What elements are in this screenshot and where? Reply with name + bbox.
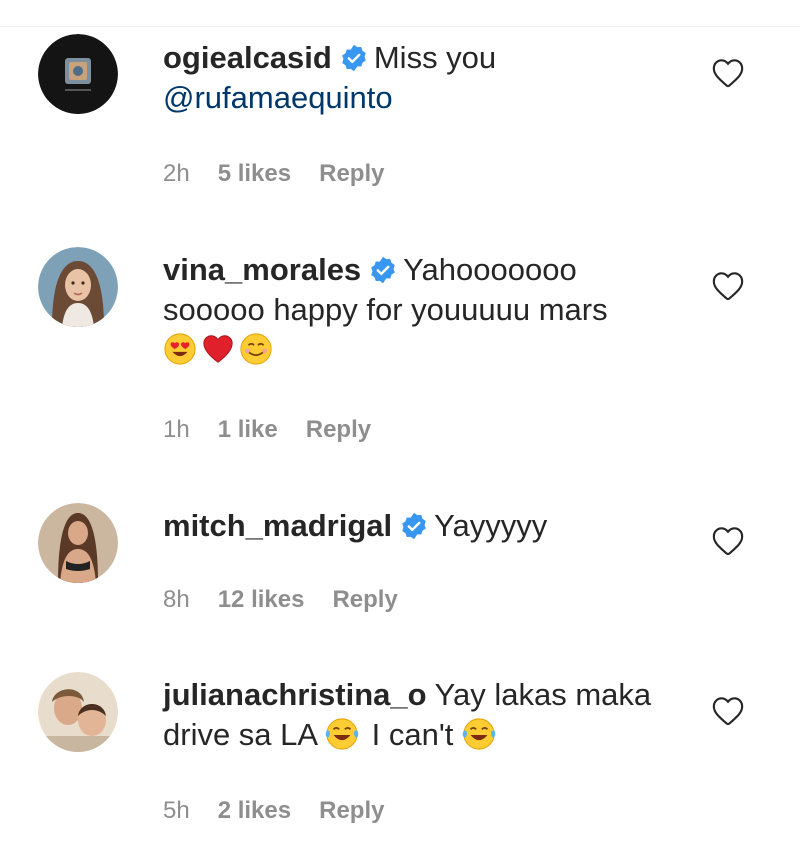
comment-body: ogiealcasid Miss you @rufamaequinto [163, 38, 683, 118]
dark-logo-avatar-icon [38, 34, 118, 114]
comment-body: vina_morales Yahooooooo sooooo happy for … [163, 250, 683, 370]
two-people-avatar-icon [38, 672, 118, 752]
avatar[interactable] [38, 672, 118, 752]
likes-count[interactable]: 2 likes [218, 797, 291, 824]
heart-eyes-emoji-icon [163, 332, 197, 366]
like-heart-icon[interactable] [711, 524, 745, 558]
avatar[interactable] [38, 247, 118, 327]
avatar[interactable] [38, 34, 118, 114]
comment-text-line2: drive sa LA [163, 717, 317, 752]
comment-meta: 5h 2 likes Reply [163, 797, 412, 825]
reply-button[interactable]: Reply [319, 160, 384, 187]
likes-count[interactable]: 12 likes [218, 586, 305, 613]
verified-badge-icon [400, 512, 428, 540]
like-heart-icon[interactable] [711, 694, 745, 728]
verified-badge-icon [369, 256, 397, 284]
comment-text: Yahooooooo [403, 252, 577, 287]
avatar[interactable] [38, 503, 118, 583]
reply-button[interactable]: Reply [306, 416, 371, 443]
comment-body: julianachristina_o Yay lakas maka drive … [163, 675, 683, 755]
username[interactable]: vina_morales [163, 252, 361, 287]
verified-badge-icon [340, 44, 368, 72]
tears-of-joy-emoji-icon [462, 717, 496, 751]
timestamp[interactable]: 5h [163, 797, 190, 824]
reply-button[interactable]: Reply [332, 586, 397, 613]
likes-count[interactable]: 5 likes [218, 160, 291, 187]
comment-meta: 8h 12 likes Reply [163, 586, 426, 614]
comment-text: Yayyyyy [434, 508, 548, 543]
like-heart-icon[interactable] [711, 56, 745, 90]
top-divider [0, 26, 800, 27]
comment-meta: 1h 1 like Reply [163, 416, 399, 444]
comment-body: mitch_madrigal Yayyyyy [163, 506, 683, 546]
tears-of-joy-emoji-icon [325, 717, 359, 751]
comment-text: Yay lakas maka [434, 677, 652, 712]
woman-photo-avatar-icon [38, 503, 118, 583]
red-heart-emoji-icon [201, 332, 235, 366]
timestamp[interactable]: 1h [163, 416, 190, 443]
smiling-face-emoji-icon [239, 332, 273, 366]
timestamp[interactable]: 8h [163, 586, 190, 613]
username[interactable]: ogiealcasid [163, 40, 332, 75]
like-heart-icon[interactable] [711, 269, 745, 303]
comment-text-line2b: I can't [371, 717, 454, 752]
reply-button[interactable]: Reply [319, 797, 384, 824]
mention-link[interactable]: @rufamaequinto [163, 80, 393, 115]
username[interactable]: julianachristina_o [163, 677, 427, 712]
likes-count[interactable]: 1 like [218, 416, 278, 443]
comment-text-line2: sooooo happy for youuuuu mars [163, 292, 608, 327]
timestamp[interactable]: 2h [163, 160, 190, 187]
username[interactable]: mitch_madrigal [163, 508, 392, 543]
woman-portrait-avatar-icon [38, 247, 118, 327]
comment-meta: 2h 5 likes Reply [163, 160, 412, 188]
comment-text: Miss you [373, 40, 497, 75]
